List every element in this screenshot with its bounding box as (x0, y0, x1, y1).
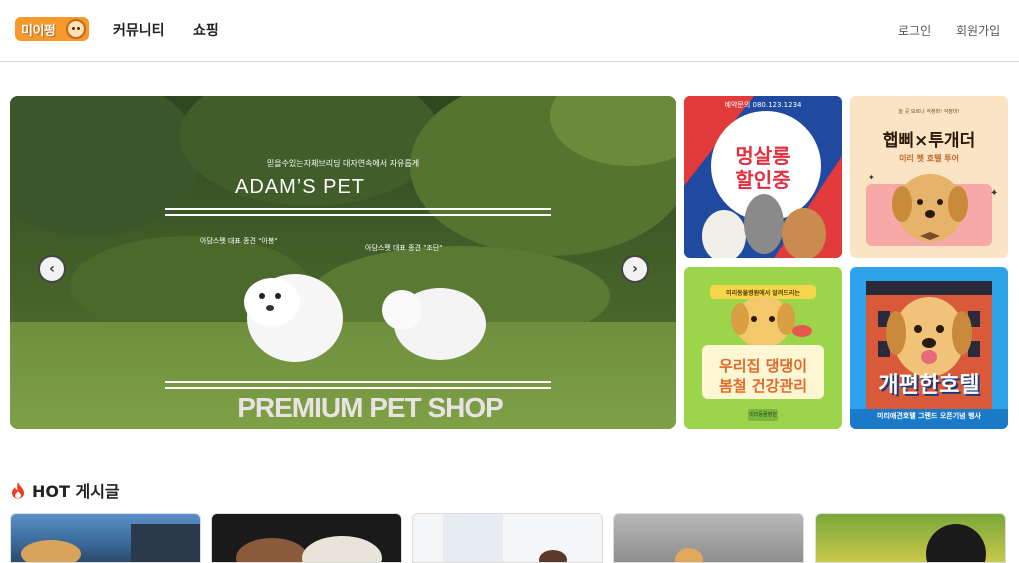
promo-health-care-footer: 미리동물병원 (749, 412, 777, 418)
hero-banner-image (10, 96, 676, 429)
hero-divider-bottom (165, 381, 551, 383)
promo-hotel-tour-top: 놀 곳 모르니 걱정마! 걱정마! (898, 109, 960, 115)
svg-text:✦: ✦ (868, 173, 875, 182)
slider-next-button[interactable]: › (621, 255, 649, 283)
svg-text:✦: ✦ (990, 188, 998, 199)
hot-posts-heading: HOT 게시글 (10, 478, 120, 502)
promo-grooming-title-2: 할인중 (735, 168, 791, 192)
hot-post-thumbnail-5 (926, 524, 986, 562)
nav-community[interactable]: 커뮤니티 (113, 20, 165, 40)
hot-post-thumbnail-2 (236, 536, 382, 562)
hot-post-thumbnail-3 (443, 514, 567, 562)
promo-hotel-tour-sub: 미리 펫 호텔 투어 (899, 154, 959, 163)
chevron-right-icon: › (632, 261, 638, 277)
promo-grooming-banner[interactable]: 예약문의 080.123.1234 멍살롱 할인중 (684, 96, 842, 258)
hot-post-card-3[interactable] (412, 513, 603, 563)
promo-health-care-top: 미리동물병원에서 알려드리는 (726, 290, 800, 297)
hot-post-card-1[interactable] (10, 513, 201, 563)
hero-bottom-title: PREMIUM PET SHOP (237, 392, 504, 423)
site-header: 미이펑 커뮤니티 쇼핑 로그인 회원가입 (0, 0, 1019, 62)
promo-grooming-phone: 예약문의 080.123.1234 (724, 101, 802, 109)
dog-face-icon (66, 19, 86, 39)
hero-banner-slider[interactable]: 믿을수있는자체브리딩 대자연속에서 자유롭게 ADAM’S PET 아담스펫 대… (10, 96, 676, 429)
promo-health-care-banner[interactable]: 미리동물병원에서 알려드리는 우리집 댕댕이 봄철 건강관리 미리동물병원 (684, 267, 842, 429)
hot-post-card-5[interactable] (815, 513, 1006, 563)
hot-post-thumbnail-4 (675, 548, 703, 562)
slider-prev-button[interactable]: ‹ (38, 255, 66, 283)
hot-posts-title: HOT 게시글 (32, 482, 120, 501)
hero-title: ADAM’S PET (234, 176, 366, 198)
hero-caption-left: 아담스펫 대표 종견 "아봉" (200, 237, 278, 245)
promo-hotel-opening-art (850, 281, 1008, 429)
site-logo[interactable]: 미이펑 (15, 17, 89, 41)
promo-health-care-title-2: 봄철 건강관리 (718, 377, 808, 395)
logo-text: 미이펑 (21, 23, 56, 39)
hero-divider-top (165, 208, 551, 210)
hero-divider-bottom-2 (165, 387, 551, 389)
chevron-left-icon: ‹ (49, 261, 55, 277)
nav-shopping[interactable]: 쇼핑 (193, 20, 219, 40)
signup-link[interactable]: 회원가입 (956, 22, 1000, 39)
promo-hotel-opening-title: 개편한호텔 (878, 373, 980, 398)
login-link[interactable]: 로그인 (898, 22, 931, 39)
promo-hotel-tour-banner[interactable]: ✦ ✦ 놀 곳 모르니 걱정마! 걱정마! 햅삐×투개더 미리 펫 호텔 투어 (850, 96, 1008, 258)
hot-post-thumbnail-1 (21, 524, 200, 562)
promo-hotel-opening-banner[interactable]: 개편한호텔 미리애견호텔 그랜드 오픈기념 행사 (850, 267, 1008, 429)
hero-subtitle: 믿을수있는자체브리딩 대자연속에서 자유롭게 (266, 159, 420, 168)
fire-icon (12, 482, 24, 499)
promo-hotel-opening-sub: 미리애견호텔 그랜드 오픈기념 행사 (877, 412, 981, 420)
hero-caption-right: 아담스펫 대표 종견 "조단" (365, 244, 443, 252)
promo-health-care-title-1: 우리집 댕댕이 (718, 357, 808, 375)
promo-hotel-tour-title: 햅삐×투개더 (882, 131, 976, 151)
hero-divider-top-2 (165, 214, 551, 216)
promo-hotel-tour-art: ✦ ✦ (866, 173, 998, 246)
hot-post-card-2[interactable] (211, 513, 402, 563)
hot-post-card-4[interactable] (613, 513, 804, 563)
